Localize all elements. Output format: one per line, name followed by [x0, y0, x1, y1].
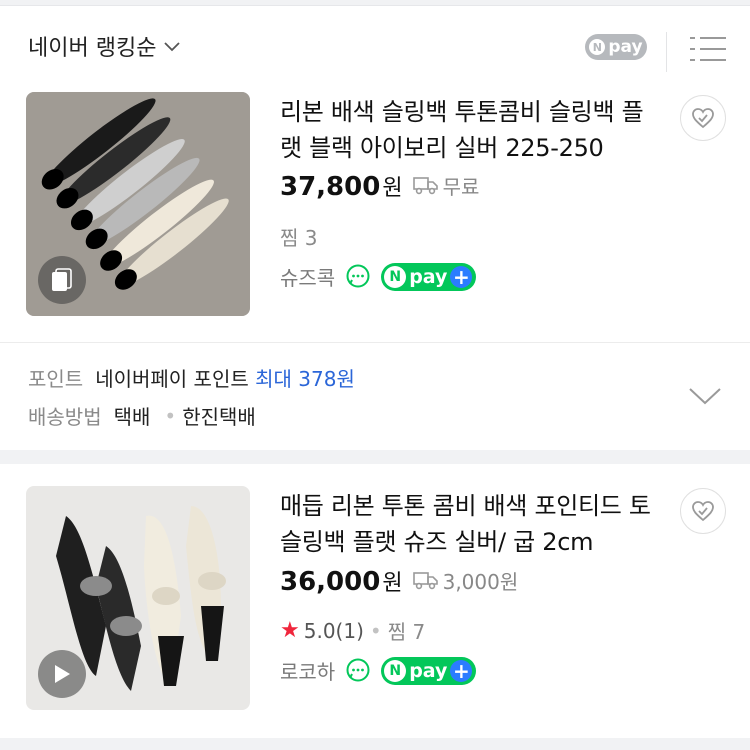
point-value-text: 네이버페이 포인트 — [95, 367, 249, 391]
delivery-row: 배송방법 택배 • 한진택배 — [28, 401, 256, 430]
shipping-fee: 무료 — [442, 174, 480, 199]
delivery-carrier: 한진택배 — [182, 405, 256, 429]
review-count[interactable]: (1) — [336, 619, 364, 643]
npay-filter-toggle[interactable]: N pay — [585, 34, 647, 60]
seller-name[interactable]: 로코하 — [280, 656, 335, 685]
section-separator — [0, 450, 750, 464]
play-icon — [55, 665, 70, 683]
photo-stack-icon — [52, 268, 72, 291]
shipping-fee: 3,000원 — [442, 569, 519, 594]
separator-dot: • — [369, 618, 382, 643]
rating-score: 5.0 — [303, 618, 336, 643]
shipping-info: 무료 — [412, 171, 480, 200]
npay-n-icon: N — [589, 39, 606, 55]
talk-chat-icon[interactable] — [345, 658, 371, 684]
point-value: 네이버페이 포인트 최대 378원 — [95, 363, 355, 392]
sort-dropdown[interactable]: 네이버 랭킹순 — [28, 30, 182, 62]
price-unit: 원 — [382, 571, 403, 596]
list-view-icon[interactable] — [690, 32, 726, 66]
npay-n-icon: N — [384, 265, 407, 288]
chevron-down-icon[interactable] — [688, 381, 722, 409]
benefit-info-section[interactable]: 포인트 네이버페이 포인트 최대 378원 배송방법 택배 • 한진택배 — [0, 342, 750, 450]
seller-name[interactable]: 슈즈콕 — [280, 262, 335, 291]
point-max: 최대 378원 — [255, 367, 355, 391]
delivery-truck-icon — [412, 177, 438, 195]
separator-dot: • — [164, 403, 177, 428]
price-row: 36,000 원 3,000원 — [280, 565, 518, 597]
wish-count: 찜 7 — [387, 620, 426, 644]
wish-count: 찜 3 — [280, 226, 318, 250]
plus-icon: + — [450, 659, 473, 682]
npay-badge: N pay + — [381, 656, 477, 685]
chevron-down-icon — [164, 42, 181, 52]
seller-row: 슈즈콕 N pay + — [280, 262, 477, 291]
seller-row: 로코하 N pay + — [280, 656, 477, 685]
star-icon: ★ — [280, 618, 300, 643]
npay-filter-label: pay — [608, 37, 643, 57]
product-image[interactable] — [26, 486, 250, 710]
npay-label: pay — [409, 265, 448, 288]
delivery-truck-icon — [412, 572, 438, 590]
price-row: 37,800 원 무료 — [280, 170, 479, 202]
wishlist-heart-button[interactable] — [680, 488, 726, 534]
section-separator — [0, 738, 750, 750]
header-divider — [666, 32, 667, 72]
talk-chat-icon[interactable] — [345, 264, 371, 290]
video-play-badge[interactable] — [38, 650, 86, 698]
wishlist-heart-button[interactable] — [680, 95, 726, 141]
npay-label: pay — [409, 659, 448, 682]
heart-icon — [692, 108, 714, 129]
sort-label: 네이버 랭킹순 — [28, 36, 157, 61]
image-gallery-badge[interactable] — [38, 256, 86, 304]
point-label: 포인트 — [28, 367, 84, 391]
price-unit: 원 — [382, 176, 403, 201]
product-image[interactable] — [26, 92, 250, 316]
product-price: 36,000 — [280, 567, 381, 597]
delivery-method: 택배 — [113, 405, 151, 429]
npay-badge: N pay + — [381, 262, 477, 291]
delivery-label: 배송방법 — [28, 405, 102, 429]
point-row: 포인트 네이버페이 포인트 최대 378원 — [28, 363, 355, 392]
product-price: 37,800 — [280, 172, 381, 202]
product-meta: ★ 5.0 (1) • 찜 7 — [280, 616, 425, 645]
shipping-info: 3,000원 — [412, 566, 519, 595]
product-meta: 찜 3 — [280, 222, 317, 251]
npay-n-icon: N — [384, 659, 407, 682]
product-title[interactable]: 리본 배색 슬링백 투톤콤비 슬링백 플랫 블랙 아이보리 실버 225-250 — [280, 94, 660, 166]
list-header: 네이버 랭킹순 N pay — [0, 6, 750, 84]
heart-icon — [692, 501, 714, 522]
product-title[interactable]: 매듭 리본 투톤 콤비 배색 포인티드 토 슬링백 플랫 슈즈 실버/ 굽 2c… — [280, 488, 660, 560]
plus-icon: + — [450, 265, 473, 288]
